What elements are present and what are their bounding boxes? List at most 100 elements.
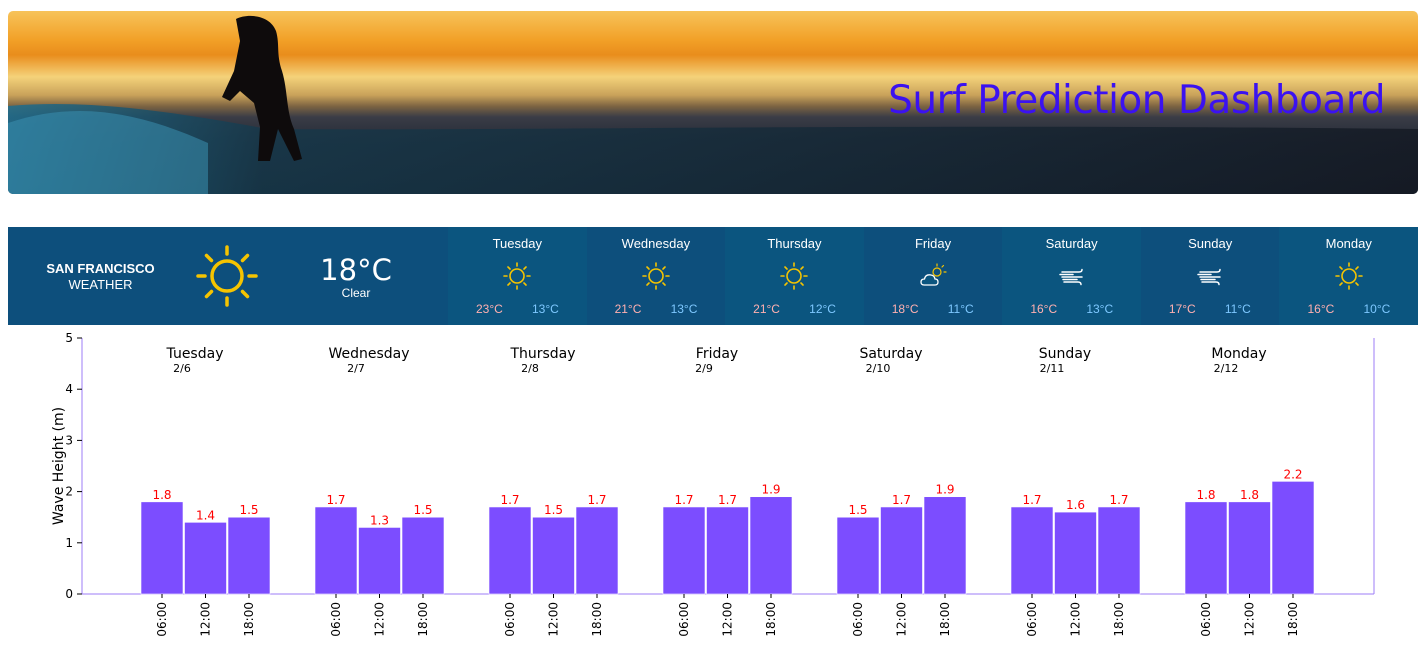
x-tick-label: 06:00 (851, 602, 865, 637)
x-tick-label: 06:00 (1025, 602, 1039, 637)
x-tick-label: 12:00 (373, 602, 387, 637)
bar-tuesday-1800 (227, 516, 271, 595)
date-label: 2/6 (173, 362, 191, 375)
forecast-day-name: Friday (914, 236, 952, 251)
bar-value-label: 1.7 (587, 493, 606, 507)
bar-tuesday-1200 (184, 522, 227, 595)
forecast-low-temp: 10°C (1363, 302, 1391, 316)
weather-label: WEATHER (68, 277, 133, 292)
forecast-low-temp: 11°C (947, 302, 974, 316)
wind-icon (1195, 261, 1225, 296)
x-tick-label: 12:00 (547, 602, 561, 637)
current-temperature: 18°C (320, 253, 392, 287)
bar-value-label: 1.8 (1240, 488, 1259, 502)
bar-value-label: 1.8 (1196, 488, 1215, 502)
x-tick-label: 06:00 (677, 602, 691, 637)
x-tick-label: 06:00 (503, 602, 517, 637)
date-label: 2/11 (1040, 362, 1065, 375)
x-tick-label: 12:00 (1243, 602, 1257, 637)
sun-icon (1334, 261, 1364, 296)
bar-thursday-0600 (488, 506, 532, 595)
bar-value-label: 1.6 (1066, 498, 1085, 512)
x-tick-label: 18:00 (938, 602, 952, 637)
forecast-high-temp: 21°C (614, 302, 642, 316)
bar-monday-1800 (1271, 481, 1315, 595)
forecast-day-name: Wednesday (621, 236, 691, 251)
forecast-low-temp: 11°C (1224, 302, 1251, 316)
forecast-day-saturday: Saturday 16°C 13°C (1002, 227, 1141, 325)
bar-tuesday-0600 (140, 501, 184, 595)
forecast-day-monday: Monday 16°C 10°C (1279, 227, 1419, 325)
header-banner: Surf Prediction Dashboard (8, 11, 1418, 194)
sun-icon (502, 261, 532, 296)
bar-value-label: 1.3 (370, 513, 389, 527)
bar-friday-0600 (662, 506, 706, 595)
forecast-day-name: Sunday (1188, 236, 1233, 251)
city-name: SAN FRANCISCO (46, 261, 155, 276)
y-tick-label: 1 (65, 536, 73, 550)
bar-sunday-1800 (1097, 506, 1141, 595)
city-block: SAN FRANCISCO WEATHER (28, 261, 173, 293)
y-tick-label: 5 (65, 331, 73, 345)
bar-wednesday-1200 (358, 527, 401, 595)
forecast-day-wednesday: Wednesday 21°C 13°C (587, 227, 726, 325)
bar-sunday-0600 (1010, 506, 1054, 595)
day-label-monday: Monday (1211, 346, 1266, 362)
bar-value-label: 1.5 (239, 503, 258, 517)
wind-icon (1057, 261, 1087, 296)
bar-value-label: 1.7 (1109, 493, 1128, 507)
forecast-low-temp: 13°C (532, 302, 559, 316)
bar-value-label: 1.7 (674, 493, 693, 507)
bar-thursday-1800 (575, 506, 619, 595)
day-label-saturday: Saturday (859, 346, 922, 362)
forecast-day-tuesday: Tuesday 23°C 13°C (448, 227, 587, 325)
forecast-high-temp: 18°C (891, 302, 919, 316)
partly-cloudy-icon (918, 261, 948, 296)
x-tick-label: 18:00 (764, 602, 778, 637)
forecast-day-name: Tuesday (492, 236, 542, 251)
x-tick-label: 18:00 (416, 602, 430, 637)
bar-value-label: 1.7 (1022, 493, 1041, 507)
forecast-day-name: Thursday (767, 236, 822, 251)
bar-wednesday-1800 (401, 516, 445, 595)
wave-height-chart: 012345Wave Height (m)Tuesday2/61.806:001… (51, 331, 1375, 637)
bar-value-label: 1.5 (544, 503, 563, 517)
forecast-low-temp: 13°C (670, 302, 698, 316)
forecast-day-friday: Friday 18°C 11°C (864, 227, 1003, 325)
x-tick-label: 18:00 (242, 602, 256, 637)
bar-value-label: 1.7 (892, 493, 911, 507)
current-condition: Clear (341, 286, 371, 300)
date-label: 2/7 (347, 362, 365, 375)
x-tick-label: 12:00 (895, 602, 909, 637)
forecast-high-temp: 17°C (1168, 302, 1196, 316)
bar-sunday-1200 (1054, 511, 1097, 595)
x-tick-label: 06:00 (155, 602, 169, 637)
sun-icon (194, 243, 260, 314)
date-label: 2/8 (521, 362, 539, 375)
x-tick-label: 06:00 (1199, 602, 1213, 637)
bar-monday-0600 (1184, 501, 1228, 595)
day-label-sunday: Sunday (1039, 346, 1091, 362)
date-label: 2/10 (866, 362, 891, 375)
forecast-low-temp: 13°C (1086, 302, 1114, 316)
x-tick-label: 18:00 (1112, 602, 1126, 637)
bar-wednesday-0600 (314, 506, 358, 595)
bar-thursday-1200 (532, 516, 575, 595)
forecast-high-temp: 16°C (1307, 302, 1335, 316)
day-label-thursday: Thursday (509, 346, 575, 362)
x-tick-label: 12:00 (199, 602, 213, 637)
bar-friday-1800 (749, 496, 793, 595)
bar-monday-1200 (1228, 501, 1271, 595)
forecast-day-sunday: Sunday 17°C 11°C (1141, 227, 1280, 325)
x-tick-label: 12:00 (1069, 602, 1083, 637)
day-label-tuesday: Tuesday (166, 346, 224, 362)
x-tick-label: 12:00 (721, 602, 735, 637)
bar-friday-1200 (706, 506, 749, 595)
dashboard-title: Surf Prediction Dashboard (888, 78, 1385, 123)
bar-saturday-1800 (923, 496, 967, 595)
sun-icon (779, 261, 809, 296)
bar-value-label: 1.8 (152, 488, 171, 502)
day-label-wednesday: Wednesday (328, 346, 409, 362)
x-tick-label: 06:00 (329, 602, 343, 637)
bar-value-label: 2.2 (1283, 467, 1302, 481)
